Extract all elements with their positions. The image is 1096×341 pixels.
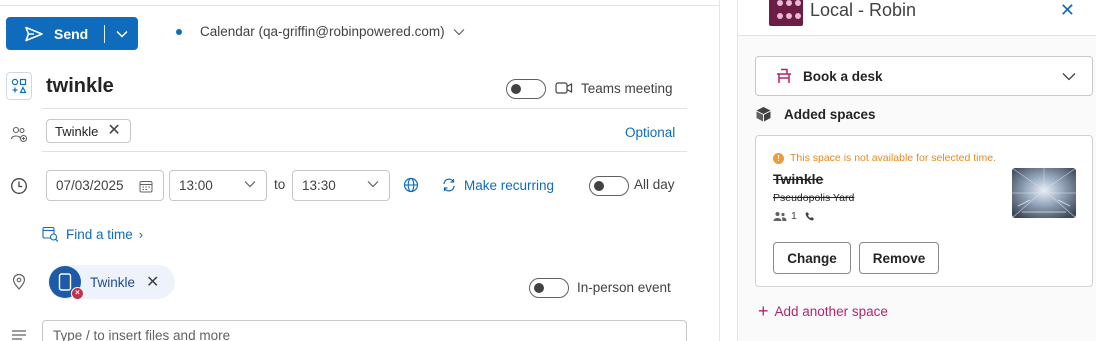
all-day-label: All day (634, 177, 675, 192)
book-a-desk-dropdown[interactable]: Book a desk (755, 56, 1093, 96)
location-pin-icon (8, 271, 30, 293)
teams-meeting-label: Teams meeting (581, 81, 673, 96)
people-add-icon (8, 123, 30, 145)
space-photo-image (1012, 168, 1076, 218)
robin-logo (769, 0, 803, 26)
added-spaces-label: Added spaces (784, 106, 876, 122)
space-photo (1012, 168, 1076, 218)
desk-icon (777, 68, 791, 83)
to-label: to (274, 177, 286, 192)
text-lines-icon (8, 325, 30, 341)
remove-space-button[interactable]: Remove (859, 242, 939, 274)
attendees-divider (42, 151, 687, 152)
space-location: Pseudopolis Yard (773, 192, 855, 204)
send-icon (25, 26, 43, 41)
close-icon[interactable]: ✕ (1060, 0, 1075, 21)
end-time-select[interactable]: 13:30 (292, 170, 390, 201)
remove-location-icon[interactable]: ✕ (146, 272, 159, 292)
attendee-name: Twinkle (55, 123, 99, 139)
title-divider (42, 108, 687, 109)
chevron-right-icon: › (138, 226, 144, 242)
chevron-down-icon (453, 28, 465, 35)
change-space-button[interactable]: Change (773, 242, 851, 274)
clock-icon (8, 175, 30, 197)
remove-attendee-icon[interactable]: ✕ (107, 123, 120, 139)
teams-meeting-toggle[interactable] (506, 79, 546, 99)
cube-icon (756, 107, 771, 122)
calendar-search-icon (42, 226, 59, 242)
send-label: Send (54, 25, 89, 42)
add-another-space-label: Add another space (774, 303, 888, 319)
make-recurring-label: Make recurring (464, 177, 555, 193)
location-chip[interactable]: × Twinkle ✕ (48, 265, 175, 300)
body-editor[interactable]: Type / to insert files and more (42, 320, 687, 341)
start-time-value: 13:00 (179, 178, 213, 193)
end-time-value: 13:30 (302, 178, 336, 193)
make-recurring-button[interactable]: Make recurring (441, 177, 554, 193)
calendar-icon[interactable] (139, 180, 153, 193)
space-name: Twinkle (773, 171, 824, 187)
globe-icon[interactable] (403, 177, 419, 193)
availability-warning: ! This space is not available for select… (773, 152, 996, 164)
calendar-color-dot (176, 28, 182, 35)
chevron-down-icon (244, 181, 256, 188)
start-date-value: 07/03/2025 (56, 178, 124, 193)
location-name: Twinkle (90, 274, 136, 290)
chevron-down-icon (1062, 73, 1076, 81)
compose-pane: Send Calendar (qa-griffin@robinpowered.c… (0, 0, 720, 341)
arrow-repeat-icon (443, 178, 455, 192)
added-spaces-heading: Added spaces (755, 106, 876, 122)
space-meta: 1 (773, 210, 819, 222)
plus-icon: + (758, 301, 769, 321)
start-date-field[interactable]: 07/03/2025 (46, 170, 164, 201)
location-avatar: × (49, 266, 84, 300)
addin-title: Local - Robin (810, 0, 917, 20)
availability-warning-text: This space is not available for selected… (790, 152, 997, 164)
error-badge-icon: × (71, 287, 84, 300)
shapes-glyph (11, 78, 27, 94)
video-camera-icon (555, 82, 573, 94)
send-button[interactable]: Send (6, 17, 138, 50)
chevron-down-icon (367, 181, 379, 188)
phone-icon (805, 212, 814, 221)
book-a-desk-label: Book a desk (803, 68, 883, 84)
space-card: ! This space is not available for select… (755, 135, 1093, 287)
attendee-chip[interactable]: Twinkle ✕ (46, 119, 131, 143)
calendar-picker[interactable]: Calendar (qa-griffin@robinpowered.com) (176, 24, 465, 39)
in-person-toggle[interactable] (529, 278, 569, 298)
send-options-dropdown[interactable] (105, 17, 138, 50)
warning-icon: ! (773, 152, 784, 164)
robin-addin-pane: Local - Robin ✕ Book a desk Added spaces… (737, 0, 1096, 341)
find-a-time-label: Find a time (66, 226, 133, 242)
send-main-button[interactable]: Send (6, 17, 104, 50)
calendar-label: Calendar (qa-griffin@robinpowered.com) (200, 24, 445, 39)
toolbar-divider (0, 5, 720, 6)
find-a-time-link[interactable]: Find a time › (42, 226, 143, 242)
phone-room-icon (58, 273, 72, 291)
title-shapes-icon[interactable] (6, 72, 32, 100)
add-another-space-button[interactable]: + Add another space (758, 302, 888, 320)
addin-header: Local - Robin ✕ (738, 0, 1096, 36)
space-capacity: 1 (791, 210, 797, 222)
people-icon (773, 212, 787, 221)
in-person-label: In-person event (577, 280, 671, 295)
send-divider (104, 24, 105, 43)
chevron-down-icon (115, 30, 128, 38)
event-title-input[interactable]: twinkle (46, 75, 114, 98)
start-time-select[interactable]: 13:00 (169, 170, 267, 201)
all-day-toggle[interactable] (589, 176, 629, 196)
optional-attendees-link[interactable]: Optional (625, 125, 675, 140)
